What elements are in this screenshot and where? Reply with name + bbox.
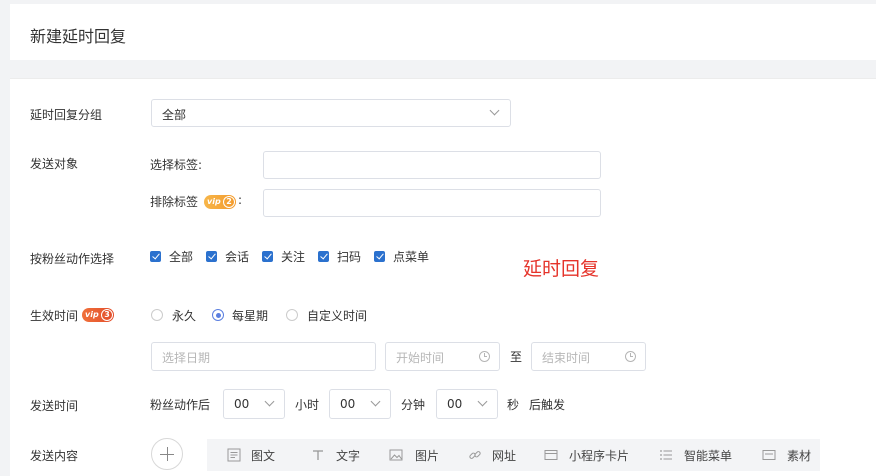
- radio-label: 永久: [172, 309, 197, 323]
- tool-material[interactable]: 素材: [762, 439, 818, 471]
- exclude-tags-input[interactable]: [263, 189, 601, 217]
- content-label: 发送内容: [30, 449, 79, 463]
- actions-label: 按粉丝动作选择: [30, 252, 115, 266]
- radio-label: 每星期: [232, 309, 269, 323]
- checkbox-checked-icon: [262, 251, 273, 262]
- tool-link[interactable]: 网址: [468, 439, 524, 471]
- action-label: 扫码: [337, 250, 362, 264]
- start-time-input[interactable]: 开始时间: [385, 342, 500, 371]
- hours-unit: 小时: [295, 398, 320, 412]
- send-time-prefix: 粉丝动作后: [150, 398, 211, 412]
- smart-menu-icon: [660, 450, 672, 460]
- chevron-down-icon: [477, 396, 488, 407]
- watermark-text: 延时回复: [523, 258, 600, 280]
- checkbox-checked-icon: [318, 251, 329, 262]
- tool-text[interactable]: 文字: [311, 439, 367, 471]
- action-label: 关注: [281, 250, 306, 264]
- minutes-unit: 分钟: [401, 398, 426, 412]
- action-label: 点菜单: [393, 250, 430, 264]
- tool-label: 智能菜单: [684, 449, 733, 463]
- news-icon: [227, 448, 241, 462]
- tool-label: 图文: [251, 449, 276, 463]
- group-label: 延时回复分组: [30, 108, 103, 122]
- form-panel: 延时回复分组 全部 发送对象 选择标签: 排除标签 vip 2 : 按粉丝动作选…: [10, 78, 876, 476]
- tool-smart-menu[interactable]: 智能菜单: [659, 439, 741, 471]
- radio-selected-icon: [212, 309, 224, 321]
- action-label: 会话: [225, 250, 250, 264]
- radio-icon: [286, 309, 298, 321]
- tool-image[interactable]: 图片: [389, 439, 445, 471]
- image-icon: [389, 449, 403, 461]
- page-title: 新建延时回复: [30, 27, 127, 46]
- exclude-tags-colon: :: [238, 193, 243, 207]
- radio-icon: [151, 309, 163, 321]
- chevron-down-icon: [370, 396, 381, 407]
- text-icon: [313, 450, 323, 460]
- tool-label: 网址: [492, 449, 517, 463]
- tool-label: 素材: [787, 449, 812, 463]
- effective-label: 生效时间: [30, 309, 79, 323]
- content-toolbar: 图文 文字 图片 网址 小程序卡片 智能菜单 素材: [207, 439, 820, 471]
- clock-icon: [479, 351, 490, 362]
- miniprogram-card-icon: [544, 450, 558, 460]
- select-tags-input[interactable]: [263, 151, 601, 179]
- hours-select[interactable]: 00: [223, 389, 285, 419]
- chevron-down-icon: [489, 105, 500, 116]
- page-header: 新建延时回复: [10, 4, 876, 60]
- add-content-button[interactable]: [151, 438, 183, 470]
- checkbox-checked-icon: [374, 251, 385, 262]
- seconds-select[interactable]: 00: [436, 389, 498, 419]
- exclude-tags-label: 排除标签: [150, 195, 199, 209]
- select-tags-label: 选择标签:: [150, 158, 203, 172]
- link-icon: [469, 451, 481, 459]
- to-label: 至: [510, 350, 523, 364]
- minutes-select[interactable]: 00: [329, 389, 391, 419]
- chevron-down-icon: [264, 396, 275, 407]
- send-time-suffix: 后触发: [529, 398, 566, 412]
- tool-miniprogram-card[interactable]: 小程序卡片: [544, 439, 638, 471]
- action-label: 全部: [169, 250, 194, 264]
- vip-badge: vip 2: [204, 195, 236, 209]
- send-time-label: 发送时间: [30, 399, 79, 413]
- date-picker-input[interactable]: 选择日期: [151, 342, 376, 371]
- checkbox-checked-icon: [150, 251, 161, 262]
- clock-icon: [625, 351, 636, 362]
- tool-label: 图片: [415, 449, 440, 463]
- tool-news[interactable]: 图文: [227, 439, 283, 471]
- vip-badge: vip 3: [82, 308, 114, 322]
- material-icon: [762, 450, 776, 460]
- seconds-unit: 秒: [507, 398, 520, 412]
- tool-label: 小程序卡片: [569, 449, 630, 463]
- target-label: 发送对象: [30, 157, 79, 171]
- tool-label: 文字: [336, 449, 361, 463]
- group-select[interactable]: 全部: [151, 99, 511, 127]
- group-select-value: 全部: [162, 108, 187, 122]
- radio-label: 自定义时间: [307, 309, 368, 323]
- checkbox-checked-icon: [206, 251, 217, 262]
- end-time-input[interactable]: 结束时间: [531, 342, 646, 371]
